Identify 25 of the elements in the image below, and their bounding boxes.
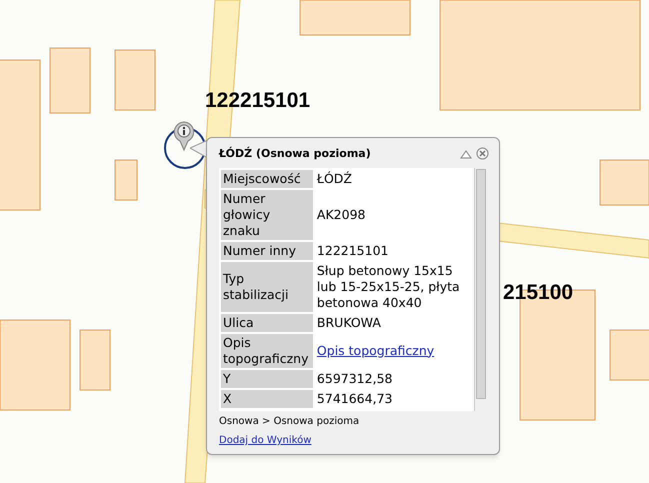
field-value: Słup betonowy 15x15 lub 15-25x15-25, płyta betonowa 40x40	[316, 262, 461, 312]
field-label: Y	[221, 370, 313, 388]
point-label: 122215101	[205, 90, 310, 111]
field-value: 6597312,58	[316, 370, 394, 388]
description-link[interactable]: Opis topograficzny	[316, 342, 434, 358]
field-value: AK2098	[316, 206, 366, 224]
add-to-results-link[interactable]: Dodaj do Wyników	[219, 433, 312, 448]
field-label: X	[221, 390, 313, 408]
field-label: Ulica	[221, 314, 313, 332]
info-marker-icon[interactable]	[172, 120, 196, 152]
field-value: 122215101	[316, 242, 390, 260]
popup-title: ŁÓDŹ (Osnowa pozioma)	[219, 146, 371, 162]
field-value: BRUKOWA	[316, 314, 382, 332]
field-value: ŁÓDŹ	[316, 170, 353, 188]
field-label: Opis topograficzny	[221, 334, 313, 368]
collapse-icon[interactable]	[460, 148, 472, 159]
scrollbar[interactable]	[474, 168, 487, 411]
field-label: Typ stabilizacji	[221, 262, 313, 312]
field-label: Numer inny	[221, 242, 313, 260]
field-label: Numer głowicy znaku	[221, 190, 313, 240]
point-label: 215100	[503, 282, 574, 303]
close-icon[interactable]	[476, 147, 489, 160]
field-label: Miejscowość	[221, 170, 313, 188]
field-value: 5741664,73	[316, 390, 394, 408]
breadcrumb: Osnowa > Osnowa pozioma	[219, 415, 360, 429]
